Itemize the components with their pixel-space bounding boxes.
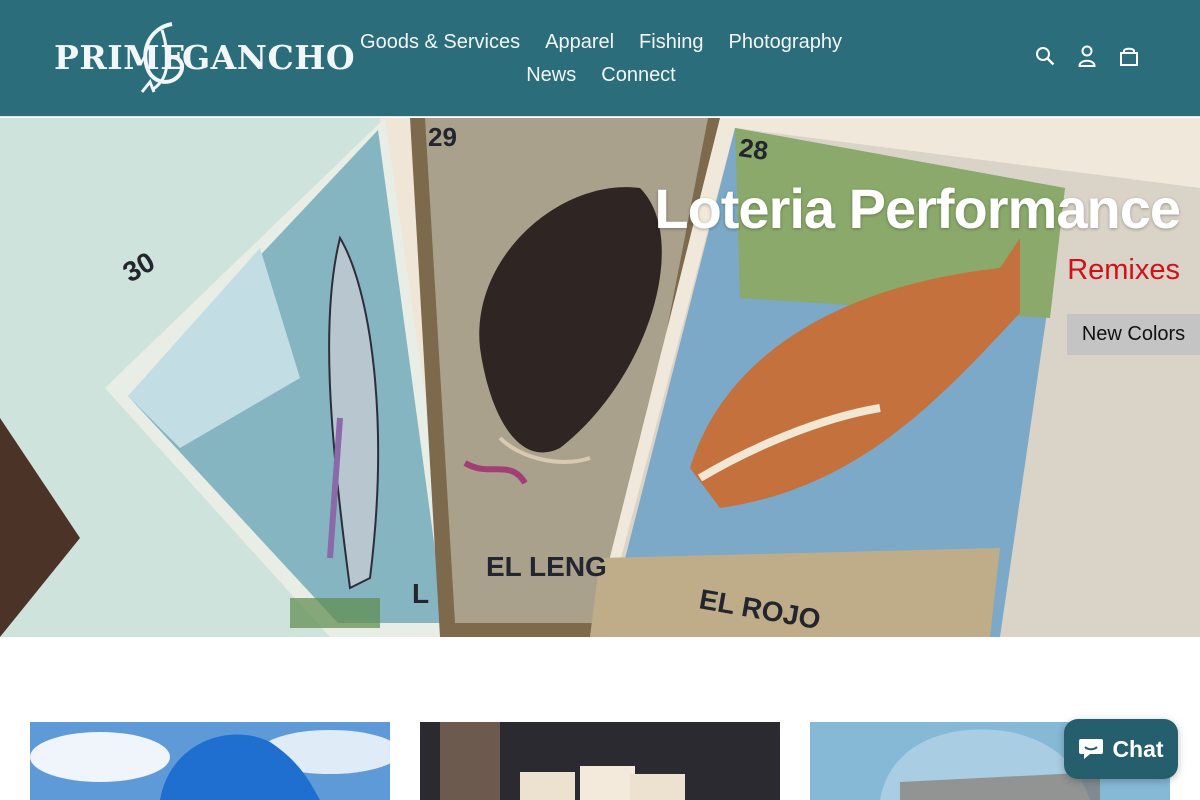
header-actions xyxy=(1034,44,1140,68)
hero-banner[interactable]: Loteria Performance Remixes New Colors 3… xyxy=(0,118,1200,637)
main-navigation: Goods & Services Apparel Fishing Photogr… xyxy=(356,26,846,92)
featured-card-apparel[interactable] xyxy=(30,722,390,800)
nav-link-fishing[interactable]: Fishing xyxy=(639,31,703,54)
new-colors-button[interactable]: New Colors xyxy=(1067,314,1200,355)
nav-link-goods-services[interactable]: Goods & Services xyxy=(360,31,520,54)
nav-link-news[interactable]: News xyxy=(526,64,576,87)
featured-card-candles[interactable] xyxy=(420,722,780,800)
nav-link-photography[interactable]: Photography xyxy=(729,31,842,54)
hero-title: Loteria Performance xyxy=(654,177,1181,240)
nav-row-primary: Goods & Services Apparel Fishing Photogr… xyxy=(356,26,846,59)
logo-text-right: GANCHO xyxy=(182,38,356,77)
featured-image-hoodie xyxy=(30,722,390,800)
user-icon[interactable] xyxy=(1076,44,1098,68)
featured-image-candles xyxy=(420,722,780,800)
cart-icon[interactable] xyxy=(1118,44,1140,68)
nav-link-apparel[interactable]: Apparel xyxy=(545,31,614,54)
nav-link-connect[interactable]: Connect xyxy=(601,64,676,87)
search-icon[interactable] xyxy=(1034,44,1056,68)
brand-logo[interactable]: PRIME GANCHO xyxy=(50,18,355,98)
chat-label: Chat xyxy=(1112,735,1164,762)
hero-subtitle: Remixes xyxy=(1067,254,1180,286)
nav-row-secondary: News Connect xyxy=(356,59,846,92)
chat-bubble-icon xyxy=(1079,739,1104,759)
chat-button[interactable]: Chat xyxy=(1064,719,1178,779)
site-header: PRIME GANCHO Goods & Services Apparel Fi… xyxy=(0,0,1200,117)
